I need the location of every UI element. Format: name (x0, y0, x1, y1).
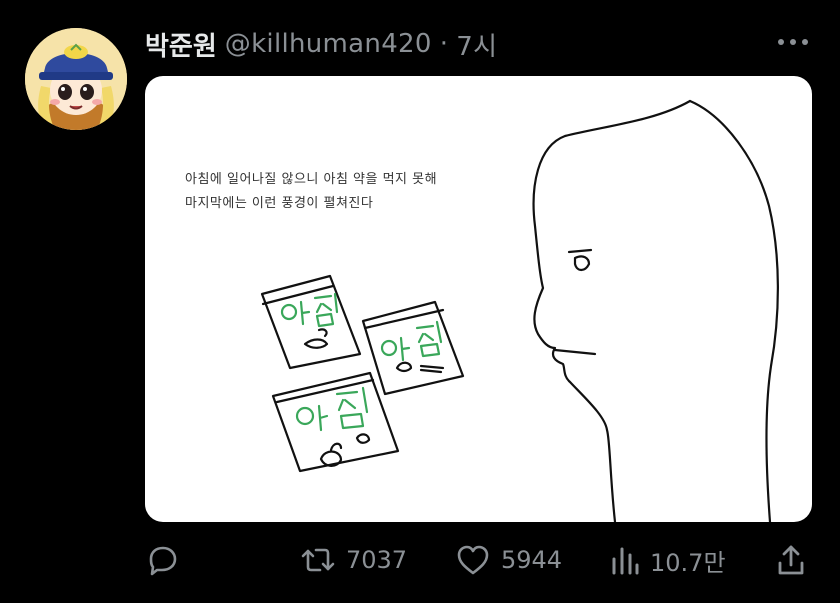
views-icon (612, 547, 639, 575)
like-icon (457, 545, 489, 575)
user-handle[interactable]: @killhuman420 (225, 29, 432, 59)
avatar[interactable] (25, 28, 127, 130)
separator-dot: · (439, 29, 449, 59)
reply-icon (149, 546, 177, 576)
more-icon (778, 39, 808, 45)
action-bar: 7037 5944 10.7만 (145, 538, 815, 582)
retweet-icon (301, 548, 335, 572)
tweet-header: 박준원 @killhuman420 · 7시 (145, 24, 497, 64)
like-button[interactable]: 5944 (455, 538, 562, 582)
retweet-button[interactable]: 7037 (300, 538, 407, 582)
more-button[interactable] (776, 34, 810, 50)
retweet-count: 7037 (346, 546, 408, 574)
avatar-illustration (25, 28, 127, 130)
tweet-media-image[interactable]: 아침에 일어나질 않으니 아침 약을 먹지 못해 마지막에는 이런 풍경이 펼쳐… (145, 76, 812, 522)
medicine-packet-1 (260, 274, 362, 370)
timestamp[interactable]: 7시 (456, 26, 497, 63)
share-button[interactable] (775, 538, 807, 582)
display-name[interactable]: 박준원 (145, 26, 217, 63)
reply-button[interactable] (145, 538, 189, 582)
share-icon (778, 545, 804, 575)
views-button[interactable]: 10.7만 (610, 538, 726, 582)
drawing (260, 99, 779, 522)
like-count: 5944 (501, 546, 563, 574)
view-count: 10.7만 (650, 548, 726, 577)
packet-labels (280, 292, 443, 432)
face-profile (532, 99, 692, 522)
